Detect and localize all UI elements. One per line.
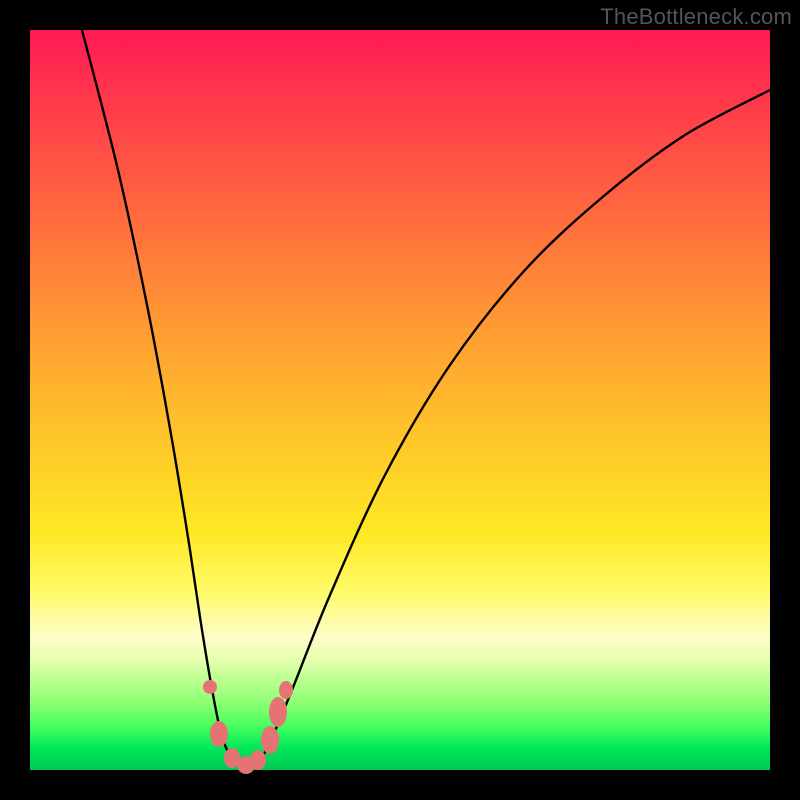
curve-marker xyxy=(261,726,279,754)
curve-marker xyxy=(250,750,266,770)
watermark: TheBottleneck.com xyxy=(600,4,792,30)
bottleneck-curve xyxy=(82,30,770,767)
curve-marker xyxy=(279,681,293,699)
curve-markers xyxy=(203,680,293,774)
curve-marker xyxy=(269,697,287,727)
chart-frame: TheBottleneck.com xyxy=(0,0,800,800)
curve-layer xyxy=(30,30,770,770)
plot-area xyxy=(30,30,770,770)
curve-marker xyxy=(210,721,228,747)
curve-marker xyxy=(203,680,217,694)
